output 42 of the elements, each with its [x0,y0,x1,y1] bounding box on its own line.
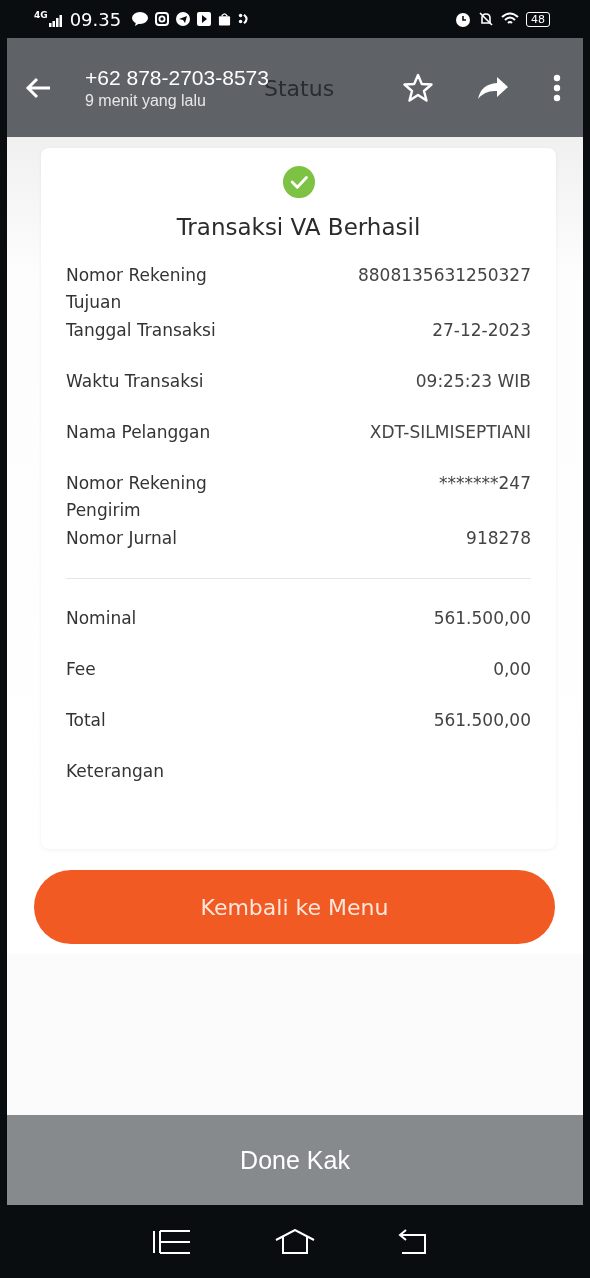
signal-icon [48,15,63,27]
field-label: Tanggal Transaksi [66,319,217,343]
field-value: 561.500,00 [433,607,531,630]
field-label: Nama Pelanggan [66,421,212,445]
battery-indicator: 48 [526,11,550,27]
field-value: 561.500,00 [433,709,531,732]
field-label: Keterangan [66,760,166,783]
field-value: 8808135631250327 [357,264,531,288]
more-menu-icon[interactable] [553,73,561,102]
shopping-bag-icon [218,12,232,26]
field-label: Nomor Rekening Pengirim [66,472,208,523]
field-label: Nomor Rekening Tujuan [66,264,208,315]
camera-icon [155,12,170,26]
star-icon[interactable] [403,72,433,103]
message-time: 9 menit yang lalu [85,91,206,110]
back-icon[interactable] [398,1228,429,1255]
field-label: Nominal [66,607,138,630]
forward-arrow-icon[interactable] [477,75,509,100]
clock: 09.35 [69,8,122,30]
field-value: 27-12-2023 [432,319,531,343]
recent-apps-icon[interactable] [151,1228,192,1255]
alarm-icon [455,11,471,27]
chat-bubble-icon [132,12,149,26]
field-label: Total [66,709,107,732]
muted-bell-icon [478,11,494,27]
field-value: 918278 [466,527,531,550]
field-value: 09:25:23 WIB [415,370,531,394]
play-icon [197,12,212,26]
back-arrow-icon[interactable] [25,76,51,99]
success-heading: Transaksi VA Berhasil [175,214,422,241]
field-value: 0,00 [493,658,531,681]
field-value: XDT-SILMISEPTIANI [369,421,531,445]
field-label: Waktu Transaksi [66,370,205,394]
field-label: Fee [66,658,97,681]
field-value: *******247 [439,472,531,496]
wifi-icon [501,12,519,26]
home-icon[interactable] [275,1228,315,1255]
network-type: 4G [34,10,48,20]
field-label: Nomor Jurnal [66,527,178,550]
paper-plane-icon [176,12,191,26]
image-caption: Done Kak [240,1145,350,1175]
back-to-menu-button[interactable]: Kembali ke Menu [34,870,555,944]
